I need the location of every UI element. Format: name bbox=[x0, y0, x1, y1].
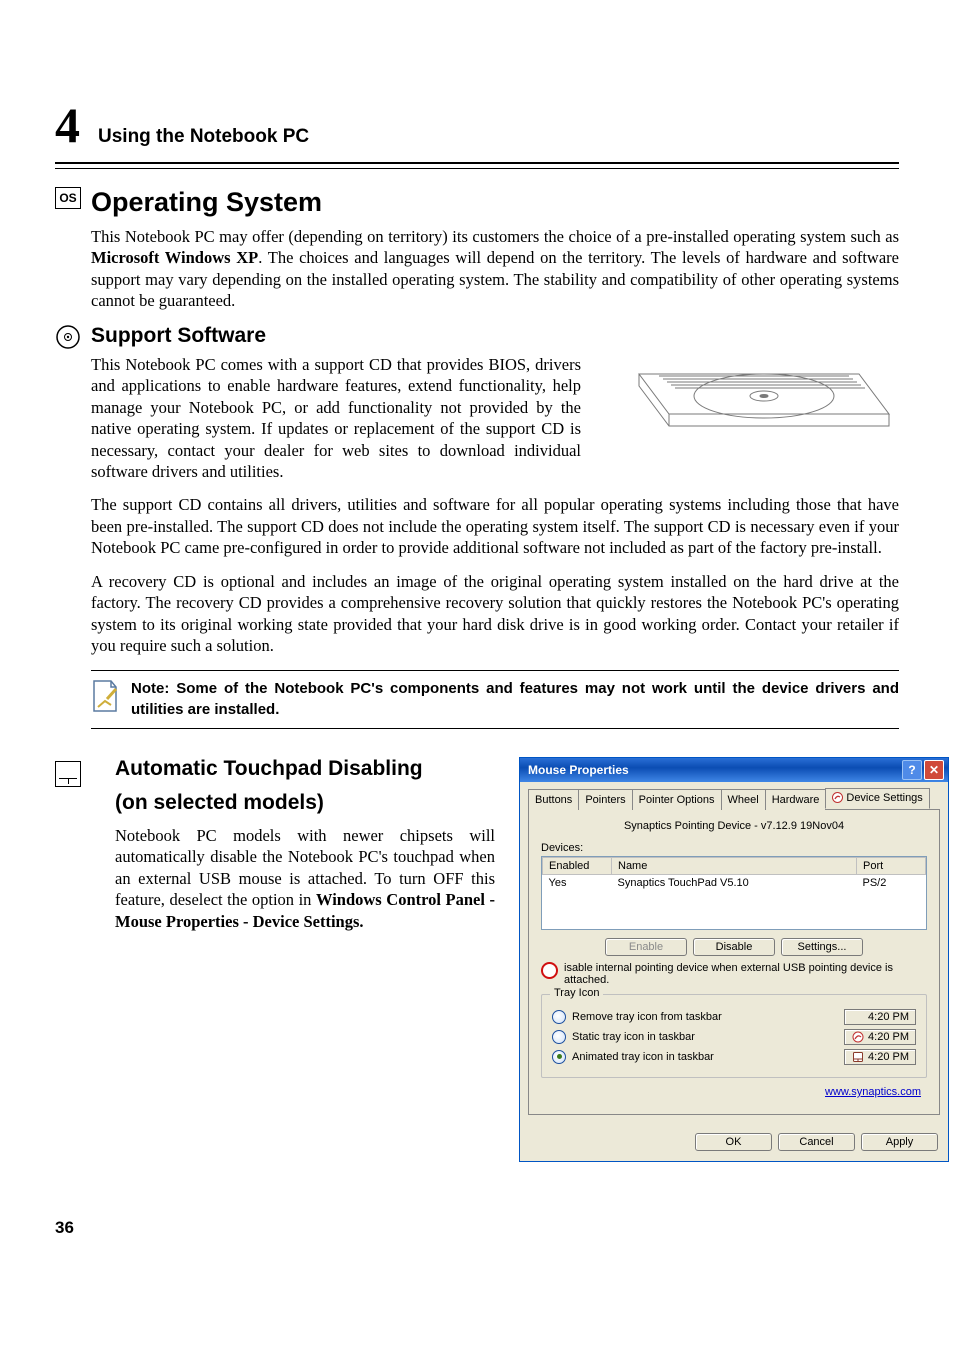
paragraph: This Notebook PC may offer (depending on… bbox=[91, 226, 899, 312]
tab-strip: Buttons Pointers Pointer Options Wheel H… bbox=[528, 788, 940, 810]
fieldset-legend: Tray Icon bbox=[550, 987, 603, 999]
disable-touchpad-checkbox-row[interactable]: isable internal pointing device when ext… bbox=[541, 962, 927, 986]
radio-label: Animated tray icon in taskbar bbox=[572, 1051, 714, 1063]
dialog-body: Buttons Pointers Pointer Options Wheel H… bbox=[520, 782, 948, 1125]
touchpad-text-col: Automatic Touchpad Disabling (on selecte… bbox=[115, 757, 495, 944]
settings-button[interactable]: Settings... bbox=[781, 938, 863, 956]
synaptics-icon bbox=[832, 792, 843, 803]
note-box: Note: Some of the Notebook PC's componen… bbox=[91, 670, 899, 729]
col-enabled[interactable]: Enabled bbox=[543, 857, 612, 874]
section-title-support: Support Software bbox=[91, 324, 266, 348]
support-row: This Notebook PC comes with a support CD… bbox=[91, 354, 899, 495]
col-port[interactable]: Port bbox=[857, 857, 926, 874]
disable-button[interactable]: Disable bbox=[693, 938, 775, 956]
cancel-button[interactable]: Cancel bbox=[778, 1133, 855, 1151]
paragraph: This Notebook PC comes with a support CD… bbox=[91, 354, 581, 483]
radio-button[interactable] bbox=[552, 1010, 566, 1024]
mouse-properties-dialog: Mouse Properties ? ✕ Buttons Pointers Po… bbox=[519, 757, 949, 1162]
tab-label: Device Settings bbox=[846, 792, 922, 804]
paragraph: The support CD contains all drivers, uti… bbox=[91, 494, 899, 558]
titlebar-buttons: ? ✕ bbox=[902, 760, 944, 780]
dialog-title: Mouse Properties bbox=[528, 763, 629, 777]
radio-label: Static tray icon in taskbar bbox=[572, 1031, 695, 1043]
dialog-footer: OK Cancel Apply bbox=[520, 1125, 948, 1161]
driver-version: Synaptics Pointing Device - v7.12.9 19No… bbox=[541, 820, 927, 832]
table-header-row: Enabled Name Port bbox=[543, 857, 926, 874]
touchpad-section: Automatic Touchpad Disabling (on selecte… bbox=[55, 757, 899, 1162]
radio-button[interactable] bbox=[552, 1050, 566, 1064]
radio-label: Remove tray icon from taskbar bbox=[572, 1011, 722, 1023]
note-text: Note: Some of the Notebook PC's componen… bbox=[131, 679, 899, 720]
ok-button[interactable]: OK bbox=[695, 1133, 772, 1151]
tray-time-text: 4:20 PM bbox=[868, 1011, 909, 1023]
highlight-circle-icon bbox=[541, 962, 558, 979]
apply-button[interactable]: Apply bbox=[861, 1133, 938, 1151]
tab-wheel[interactable]: Wheel bbox=[721, 789, 766, 810]
section-os-row: OS Operating System bbox=[55, 187, 899, 226]
section-icon-col bbox=[55, 757, 91, 792]
tray-preview-3: 4:20 PM bbox=[844, 1049, 916, 1065]
synaptics-link[interactable]: www.synaptics.com bbox=[825, 1086, 921, 1098]
horizontal-rule bbox=[55, 162, 899, 169]
tray-preview-1: 4:20 PM bbox=[844, 1009, 916, 1025]
col-name[interactable]: Name bbox=[612, 857, 857, 874]
tab-buttons[interactable]: Buttons bbox=[528, 789, 579, 810]
text: This Notebook PC may offer (depending on… bbox=[91, 227, 899, 246]
chapter-number: 4 bbox=[55, 100, 80, 150]
radio-button[interactable] bbox=[552, 1030, 566, 1044]
tab-panel: Synaptics Pointing Device - v7.12.9 19No… bbox=[528, 810, 940, 1115]
page: 4 Using the Notebook PC OS Operating Sys… bbox=[0, 0, 954, 1278]
cell-enabled: Yes bbox=[543, 874, 612, 891]
device-list[interactable]: Enabled Name Port Yes Synaptics TouchPad… bbox=[541, 856, 927, 930]
disc-icon bbox=[55, 324, 81, 350]
tray-time-text: 4:20 PM bbox=[868, 1051, 909, 1063]
tray-time-text: 4:20 PM bbox=[868, 1031, 909, 1043]
tray-preview-2: 4:20 PM bbox=[844, 1029, 916, 1045]
radio-row-static[interactable]: Static tray icon in taskbar 4:20 PM bbox=[552, 1029, 916, 1045]
section-title-os: Operating System bbox=[91, 187, 322, 218]
tab-device-settings[interactable]: Device Settings bbox=[825, 788, 929, 809]
link-row: www.synaptics.com bbox=[541, 1086, 921, 1098]
cd-illustration bbox=[599, 354, 899, 479]
radio-row-remove[interactable]: Remove tray icon from taskbar 4:20 PM bbox=[552, 1009, 916, 1025]
device-button-row: Enable Disable Settings... bbox=[541, 938, 927, 956]
radio-row-animated[interactable]: Animated tray icon in taskbar 4:20 PM bbox=[552, 1049, 916, 1065]
enable-button[interactable]: Enable bbox=[605, 938, 687, 956]
touchpad-icon bbox=[55, 761, 81, 787]
text-bold: Microsoft Windows XP bbox=[91, 248, 258, 267]
section-title-touchpad-1: Automatic Touchpad Disabling bbox=[115, 757, 495, 781]
paragraph: A recovery CD is optional and includes a… bbox=[91, 571, 899, 657]
dialog-col: Mouse Properties ? ✕ Buttons Pointers Po… bbox=[519, 757, 949, 1162]
touchpad-tray-icon bbox=[852, 1051, 864, 1063]
tab-hardware[interactable]: Hardware bbox=[765, 789, 827, 810]
os-icon: OS bbox=[55, 187, 81, 209]
cell-name: Synaptics TouchPad V5.10 bbox=[612, 874, 857, 891]
synaptics-tray-icon bbox=[852, 1031, 864, 1043]
cell-port: PS/2 bbox=[857, 874, 926, 891]
tab-pointer-options[interactable]: Pointer Options bbox=[632, 789, 722, 810]
paragraph: Notebook PC models with newer chipsets w… bbox=[115, 825, 495, 932]
tab-pointers[interactable]: Pointers bbox=[578, 789, 632, 810]
section-support-row: Support Software bbox=[55, 324, 899, 354]
page-number: 36 bbox=[55, 1218, 899, 1238]
section-title-touchpad-2: (on selected models) bbox=[115, 791, 495, 815]
table-row[interactable]: Yes Synaptics TouchPad V5.10 PS/2 bbox=[543, 874, 926, 891]
support-text: This Notebook PC comes with a support CD… bbox=[91, 354, 581, 495]
support-body: The support CD contains all drivers, uti… bbox=[91, 494, 899, 656]
dialog-titlebar[interactable]: Mouse Properties ? ✕ bbox=[520, 758, 948, 782]
tray-icon-fieldset: Tray Icon Remove tray icon from taskbar … bbox=[541, 994, 927, 1078]
devices-label: Devices: bbox=[541, 842, 927, 854]
checkbox-label: isable internal pointing device when ext… bbox=[564, 962, 927, 986]
os-body: This Notebook PC may offer (depending on… bbox=[91, 226, 899, 312]
chapter-header: 4 Using the Notebook PC bbox=[55, 100, 899, 150]
help-button[interactable]: ? bbox=[902, 760, 922, 780]
chapter-title: Using the Notebook PC bbox=[98, 126, 309, 148]
close-button[interactable]: ✕ bbox=[924, 760, 944, 780]
note-icon bbox=[91, 679, 119, 720]
